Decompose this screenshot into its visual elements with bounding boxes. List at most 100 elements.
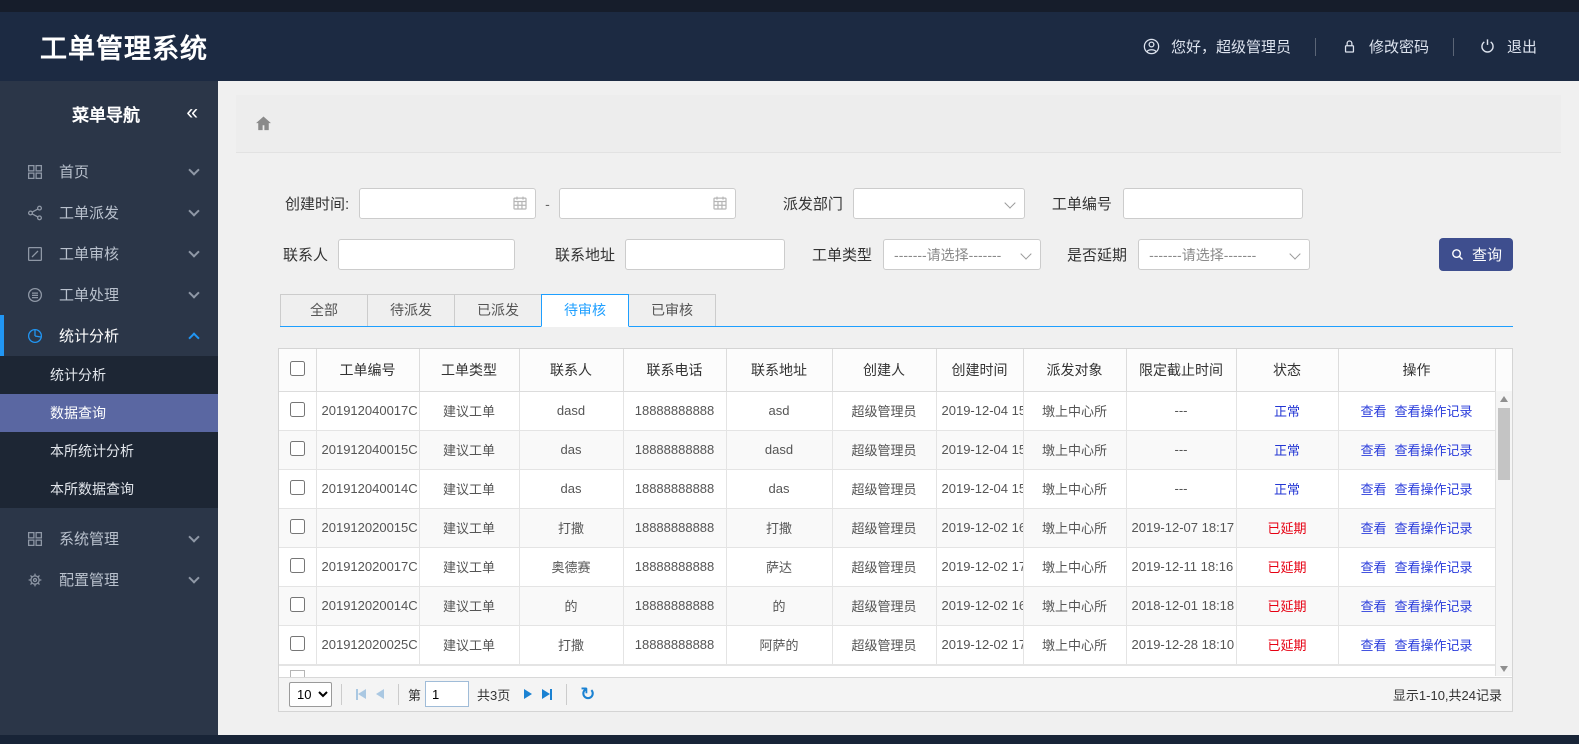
delay-select[interactable]: -------请选择------- (1138, 239, 1311, 270)
header-right: 您好，超级管理员 修改密码 退出 (1142, 36, 1537, 57)
view-log-link[interactable]: 查看操作记录 (1395, 521, 1473, 536)
start-date-wrap (359, 188, 537, 219)
logout-link[interactable]: 退出 (1478, 36, 1537, 57)
scroll-thumb[interactable] (1498, 408, 1510, 480)
row-checkbox[interactable] (289, 401, 305, 417)
page-size-select[interactable]: 10 (289, 681, 332, 707)
tab-all[interactable]: 全部 (280, 294, 368, 326)
tab-pending-dispatch[interactable]: 待派发 (367, 294, 455, 326)
submenu-item-local-data-query[interactable]: 本所数据查询 (0, 470, 218, 508)
row-checkbox[interactable] (289, 635, 305, 651)
order-type-label: 工单类型 (812, 247, 873, 264)
view-link[interactable]: 查看 (1360, 404, 1386, 419)
tab-dispatched[interactable]: 已派发 (454, 294, 542, 326)
sidebar-item-review[interactable]: 工单审核 (0, 233, 218, 274)
col-scrollbar-spacer (1494, 349, 1512, 392)
cell-order-type: 建议工单 (418, 391, 520, 431)
cell-order-no: 201912020015C (315, 508, 420, 548)
submenu-item-label: 本所统计分析 (50, 443, 134, 459)
address-input[interactable] (625, 239, 786, 270)
view-log-link[interactable]: 查看操作记录 (1395, 443, 1473, 458)
sidebar-item-config[interactable]: 配置管理 (0, 559, 218, 600)
submenu-item-statistics[interactable]: 统计分析 (0, 356, 218, 394)
view-log-link[interactable]: 查看操作记录 (1395, 482, 1473, 497)
order-type-select[interactable]: -------请选择------- (883, 239, 1042, 270)
row-checkbox[interactable] (289, 440, 305, 456)
cell-phone: 18888888888 (622, 508, 727, 548)
table-row: 201912020025C 建议工单 打撒 18888888888 阿萨的 超级… (279, 625, 1512, 665)
chevron-down-icon (188, 571, 200, 584)
first-page-button[interactable] (356, 688, 366, 700)
sidebar-item-dispatch[interactable]: 工单派发 (0, 192, 218, 233)
scroll-up-button[interactable] (1496, 391, 1512, 406)
view-log-link[interactable]: 查看操作记录 (1395, 638, 1473, 653)
view-link[interactable]: 查看 (1360, 482, 1386, 497)
cell-order-no: 201912040014C (315, 469, 420, 509)
submenu-item-data-query[interactable]: 数据查询 (0, 394, 218, 432)
next-page-button[interactable] (524, 689, 533, 699)
select-all-checkbox[interactable] (289, 360, 305, 376)
tab-pending-review[interactable]: 待审核 (541, 294, 629, 327)
user-greeting[interactable]: 您好，超级管理员 (1142, 36, 1291, 57)
calendar-icon[interactable] (511, 194, 529, 212)
cell-target: 墩上中心所 (1022, 586, 1127, 626)
row-checkbox[interactable] (289, 557, 305, 573)
row-checkbox[interactable] (289, 518, 305, 534)
view-link[interactable]: 查看 (1360, 443, 1386, 458)
col-creator: 创建人 (831, 349, 937, 392)
sidebar-item-process[interactable]: 工单处理 (0, 274, 218, 315)
content-area: 创建时间: - 派发部门 工单编号 联系人 联系地址 工单类型 -------请… (218, 81, 1579, 735)
change-password-link[interactable]: 修改密码 (1340, 36, 1429, 57)
dispatch-dept-select[interactable] (852, 188, 1025, 219)
gear-icon (26, 571, 44, 589)
submenu-item-local-statistics[interactable]: 本所统计分析 (0, 432, 218, 470)
grid-icon (26, 163, 44, 181)
status-badge: 已延期 (1267, 638, 1307, 653)
refresh-button[interactable]: ↻ (580, 684, 595, 705)
table-scrollbar[interactable] (1495, 391, 1512, 676)
view-log-link[interactable]: 查看操作记录 (1395, 599, 1473, 614)
order-no-input[interactable] (1122, 188, 1303, 219)
chevron-down-icon (188, 204, 200, 217)
view-link[interactable]: 查看 (1360, 521, 1386, 536)
view-link[interactable]: 查看 (1360, 560, 1386, 575)
cell-checkbox (279, 469, 317, 509)
share-icon (26, 204, 44, 222)
calendar-icon[interactable] (711, 194, 729, 212)
row-checkbox[interactable] (289, 479, 305, 495)
window-bottom-strip (0, 735, 1579, 744)
view-log-link[interactable]: 查看操作记录 (1395, 560, 1473, 575)
scroll-down-button[interactable] (1496, 661, 1512, 676)
start-date-input[interactable] (359, 188, 537, 219)
search-button[interactable]: 查询 (1439, 238, 1513, 271)
page-number-input[interactable] (425, 681, 470, 707)
sidebar-item-system[interactable]: 系统管理 (0, 518, 218, 559)
cell-contact: das (518, 469, 624, 509)
sidebar-item-home[interactable]: 首页 (0, 151, 218, 192)
cell-status: 已延期 (1235, 586, 1339, 626)
cell-contact: 奥德赛 (518, 547, 624, 587)
cell-target: 墩上中心所 (1022, 391, 1127, 431)
triangle-left-icon (358, 689, 366, 699)
tab-reviewed[interactable]: 已审核 (628, 294, 716, 326)
cell-phone: 18888888888 (622, 625, 727, 665)
view-link[interactable]: 查看 (1360, 599, 1386, 614)
collapse-sidebar-button[interactable]: « (186, 101, 218, 125)
last-page-button[interactable] (542, 688, 553, 700)
cell-status: 已延期 (1235, 508, 1339, 548)
logout-label: 退出 (1506, 39, 1537, 56)
sidebar-item-statistics[interactable]: 统计分析 (0, 315, 218, 356)
view-log-link[interactable]: 查看操作记录 (1395, 404, 1473, 419)
row-checkbox[interactable] (289, 596, 305, 612)
cell-checkbox (279, 430, 317, 470)
view-link[interactable]: 查看 (1360, 638, 1386, 653)
prev-page-button[interactable] (376, 689, 384, 699)
cell-contact: das (518, 430, 624, 470)
contact-input[interactable] (338, 239, 516, 270)
sidebar-item-label: 首页 (59, 164, 90, 181)
end-date-input[interactable] (558, 188, 736, 219)
cell-deadline: 2018-12-01 18:18 (1125, 586, 1237, 626)
cell-order-type: 建议工单 (418, 625, 520, 665)
home-icon[interactable] (253, 113, 274, 134)
app-title: 工单管理系统 (40, 34, 208, 64)
